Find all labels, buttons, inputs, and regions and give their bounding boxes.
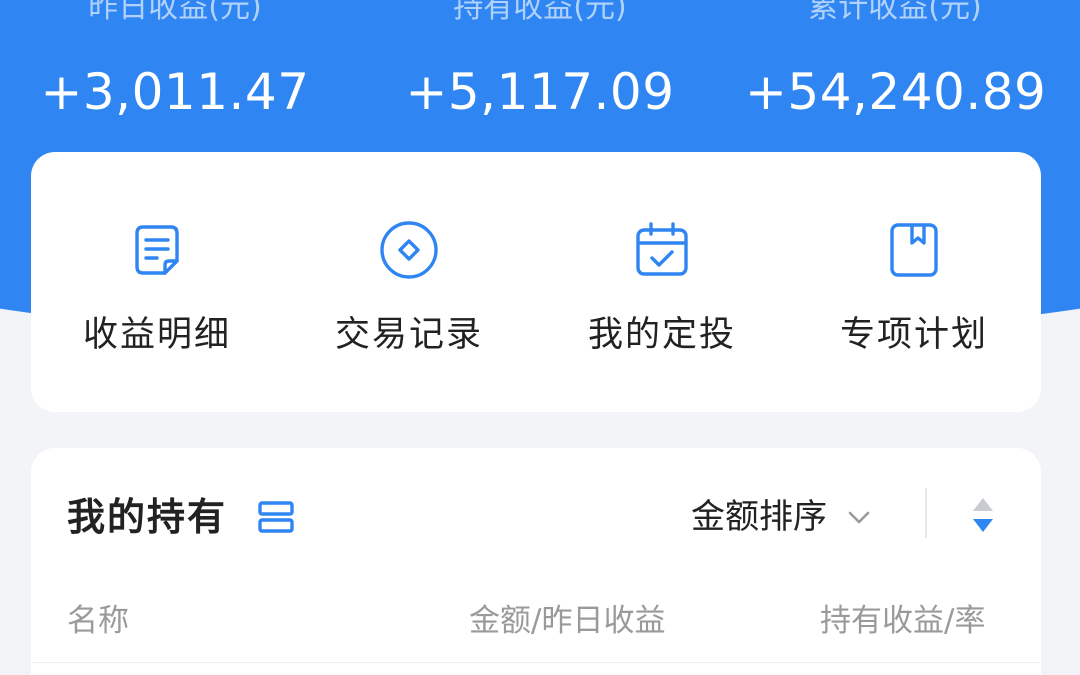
total-earnings-value: +54,240.89 [745,63,1047,121]
action-transaction-records-label: 交易记录 [334,315,483,355]
action-special-plan-label: 专项计划 [839,315,988,355]
header-divider [31,662,1041,663]
column-header-amount[interactable]: 金额/昨日收益 [469,598,665,644]
action-my-auto-invest-label: 我的定投 [587,315,736,355]
sort-order-icon[interactable] [969,494,997,536]
yesterday-earnings-label: 昨日收益(元) [88,0,262,25]
list-view-icon[interactable] [257,498,295,536]
chevron-down-icon [846,494,872,544]
diamond-circle-icon [377,218,441,282]
quick-actions-card: 收益明细 交易记录 我的定投 专项计划 [31,152,1041,412]
action-transaction-records[interactable]: 交易记录 [283,152,535,412]
sort-dropdown-label: 金额排序 [691,497,827,537]
bookmark-book-icon [882,218,946,282]
document-icon [125,218,189,282]
my-holdings-card: 我的持有 金额排序 名称 金额/昨日收益 持有收益/率 [31,448,1041,675]
sort-dropdown[interactable]: 金额排序 [691,492,872,544]
yesterday-earnings[interactable]: 昨日收益(元) +3,011.47 [40,0,310,122]
total-earnings[interactable]: 累计收益(元) +54,240.89 [745,0,1047,122]
column-header-profit[interactable]: 持有收益/率 [820,598,985,644]
total-earnings-label: 累计收益(元) [808,0,982,25]
earnings-summary: 昨日收益(元) +3,011.47 持有收益(元) +5,117.09 累计收益… [0,0,1080,150]
action-my-auto-invest[interactable]: 我的定投 [536,152,788,412]
column-header-name: 名称 [67,603,129,639]
holding-earnings-label: 持有收益(元) [453,0,627,25]
yesterday-earnings-value: +3,011.47 [40,63,310,121]
action-earnings-detail-label: 收益明细 [82,315,231,355]
holdings-title: 我的持有 [67,495,228,539]
holding-earnings-value: +5,117.09 [405,63,675,121]
sort-divider [925,488,927,538]
holding-earnings[interactable]: 持有收益(元) +5,117.09 [400,0,680,122]
app-screen: 昨日收益(元) +3,011.47 持有收益(元) +5,117.09 累计收益… [0,0,1080,675]
action-special-plan[interactable]: 专项计划 [788,152,1040,412]
calendar-check-icon [630,218,694,282]
action-earnings-detail[interactable]: 收益明细 [31,152,283,412]
